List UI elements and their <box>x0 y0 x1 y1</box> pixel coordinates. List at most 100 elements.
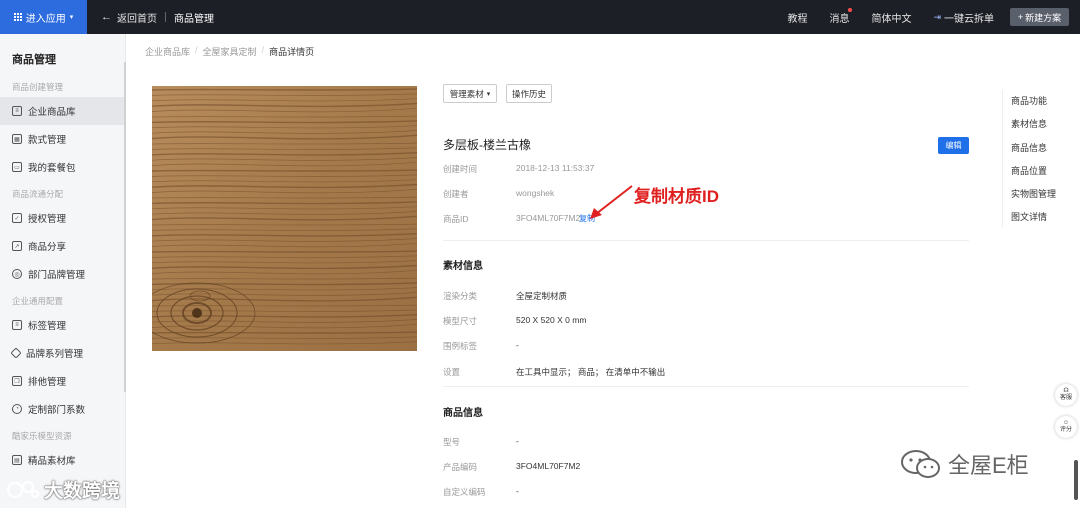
info-value: 3FO4ML70F7M2 <box>516 461 581 471</box>
edit-button[interactable]: 编辑 <box>938 137 969 154</box>
watermark-right-text: 全屋E柜 <box>948 453 1029 478</box>
sidebar-item-label: 商品分享 <box>28 242 67 253</box>
sidebar-item-style-management[interactable]: ▦ 款式管理 <box>0 125 125 153</box>
cloud-split-link[interactable]: ⇥ 一键云拆单 <box>933 10 994 25</box>
plus-icon: + <box>1017 12 1024 22</box>
new-plan-label: 新建方案 <box>1025 12 1062 23</box>
manage-material-label: 管理素材 <box>449 88 484 99</box>
right-anchor-nav: 商品功能 素材信息 商品信息 商品位置 实物图管理 图文详情 <box>1002 90 1080 228</box>
tutorial-link[interactable]: 教程 <box>787 10 807 25</box>
sidebar-item-exclusion[interactable]: ❐ 排他管理 <box>0 367 125 395</box>
watermark-right: 全屋E柜 <box>900 448 1029 480</box>
breadcrumb-item[interactable]: 企业商品库 <box>145 45 190 58</box>
watermark-left-text: 大数跨境 <box>44 481 121 502</box>
tag-list-icon: ≡ <box>12 320 22 330</box>
wechat-icon <box>901 450 940 478</box>
sidebar-item-premium-library[interactable]: ▤ 精品素材库 <box>0 446 125 474</box>
sidebar-item-my-packages[interactable]: ▭ 我的套餐包 <box>0 153 125 181</box>
sidebar-item-label: 排他管理 <box>28 377 67 388</box>
apps-grid-icon <box>13 13 22 21</box>
brand-logo-icon <box>6 480 39 498</box>
customer-service-button[interactable]: ☊ 客服 <box>1055 384 1077 406</box>
sidebar-item-tag-management[interactable]: ≡ 标签管理 <box>0 311 125 339</box>
sidebar-item-label: 授权管理 <box>28 214 67 225</box>
info-value: - <box>516 340 519 350</box>
rate-label: 评分 <box>1059 427 1072 433</box>
language-link[interactable]: 简体中文 <box>871 10 911 25</box>
creator-label: 创建者 <box>443 189 469 199</box>
product-id-value: 3FO4ML70F7M2 <box>516 213 581 223</box>
copy-icon: ❐ <box>12 376 22 386</box>
section-title: 商品管理 <box>174 13 214 25</box>
created-time-label: 创建时间 <box>443 164 478 174</box>
sidebar-item-label: 我的套餐包 <box>28 163 76 174</box>
sidebar-item-label: 企业商品库 <box>28 107 76 118</box>
anchor-photo-management[interactable]: 实物图管理 <box>1003 183 1080 206</box>
anchor-product-info[interactable]: 商品信息 <box>1003 137 1080 160</box>
info-value: - <box>516 436 519 446</box>
sidebar-group-label: 商品流通分配 <box>12 189 64 199</box>
breadcrumb-item[interactable]: 全屋家具定制 <box>203 45 257 58</box>
grid-icon: ▦ <box>12 134 22 144</box>
sidebar-item-department-brand[interactable]: ◎ 部门品牌管理 <box>0 260 125 288</box>
info-label: 设置 <box>443 367 461 377</box>
smile-icon: ☺ <box>1062 420 1070 426</box>
package-icon: ▭ <box>12 162 22 172</box>
manage-material-dropdown[interactable]: 管理素材 ▾ <box>443 84 497 103</box>
headset-icon: ☊ <box>1063 388 1069 394</box>
operation-history-label: 操作历史 <box>511 88 546 99</box>
info-label: 型号 <box>443 437 461 447</box>
back-home-link[interactable]: ← 返回首页 <box>101 10 157 25</box>
app-menu-label: 进入应用 <box>25 13 66 25</box>
sidebar-item-department-coefficient[interactable]: ◔ 定制部门系数 <box>0 395 125 423</box>
product-title: 多层板-楼兰古橡 <box>443 138 531 152</box>
sidebar-item-label: 部门品牌管理 <box>28 270 86 281</box>
breadcrumb: 企业商品库 / 全屋家具定制 / 商品详情页 <box>145 45 314 58</box>
settings-icon: ◎ <box>12 269 22 279</box>
info-label: 自定义编码 <box>443 487 486 497</box>
rate-button[interactable]: ☺ 评分 <box>1055 416 1077 438</box>
sidebar-item-label: 款式管理 <box>28 135 67 146</box>
sidebar-item-label: 标签管理 <box>28 321 67 332</box>
page-scrollbar[interactable] <box>1074 460 1078 500</box>
sidebar-item-label: 精品素材库 <box>28 456 76 467</box>
divider <box>443 386 969 387</box>
messages-link[interactable]: 消息 <box>829 7 853 25</box>
anchor-rich-details[interactable]: 图文详情 <box>1003 206 1080 229</box>
sidebar-item-authorization[interactable]: ✓ 授权管理 <box>0 204 125 232</box>
tag-icon <box>10 347 22 359</box>
info-value: 520 X 520 X 0 mm <box>516 315 587 325</box>
sidebar-group-label: 企业通用配置 <box>12 296 64 306</box>
sidebar-item-enterprise-library[interactable]: ≡ 企业商品库 <box>0 97 125 125</box>
notification-dot <box>848 7 853 12</box>
sidebar-title: 商品管理 <box>12 54 56 66</box>
divider <box>165 12 166 22</box>
product-id-label: 商品ID <box>443 214 469 224</box>
created-time-value: 2018-12-13 11:53:37 <box>516 163 595 173</box>
divider <box>443 240 969 241</box>
annotation-arrow <box>590 185 633 219</box>
info-label: 模型尺寸 <box>443 316 478 326</box>
bell-icon: ◔ <box>12 404 22 414</box>
sidebar-scrollbar[interactable] <box>124 62 126 392</box>
app-menu-button[interactable]: 进入应用 ▾ <box>0 0 87 34</box>
check-square-icon: ✓ <box>12 213 22 223</box>
anchor-product-location[interactable]: 商品位置 <box>1003 160 1080 183</box>
top-bar: 进入应用 ▾ ← 返回首页 商品管理 教程 消息 简体中文 ⇥ 一键云拆单 + … <box>0 0 1080 34</box>
document-icon: ≡ <box>12 106 22 116</box>
new-plan-button[interactable]: + 新建方案 <box>1010 8 1069 26</box>
breadcrumb-separator: / <box>195 45 198 55</box>
caret-down-icon: ▾ <box>69 14 74 21</box>
anchor-product-functions[interactable]: 商品功能 <box>1003 90 1080 113</box>
split-icon: ⇥ <box>933 11 941 22</box>
sidebar-item-product-share[interactable]: ↗ 商品分享 <box>0 232 125 260</box>
annotation-text: 复制材质ID <box>634 187 719 206</box>
sidebar-item-label: 品牌系列管理 <box>26 349 84 360</box>
info-value: 全屋定制材质 <box>516 291 568 301</box>
anchor-material-info[interactable]: 素材信息 <box>1003 113 1080 136</box>
info-value: - <box>516 486 519 496</box>
sidebar-group-label: 酷家乐模型资源 <box>12 431 72 441</box>
operation-history-button[interactable]: 操作历史 <box>506 84 552 103</box>
info-label: 产品编码 <box>443 462 478 472</box>
sidebar-item-brand-series[interactable]: 品牌系列管理 <box>0 339 125 367</box>
